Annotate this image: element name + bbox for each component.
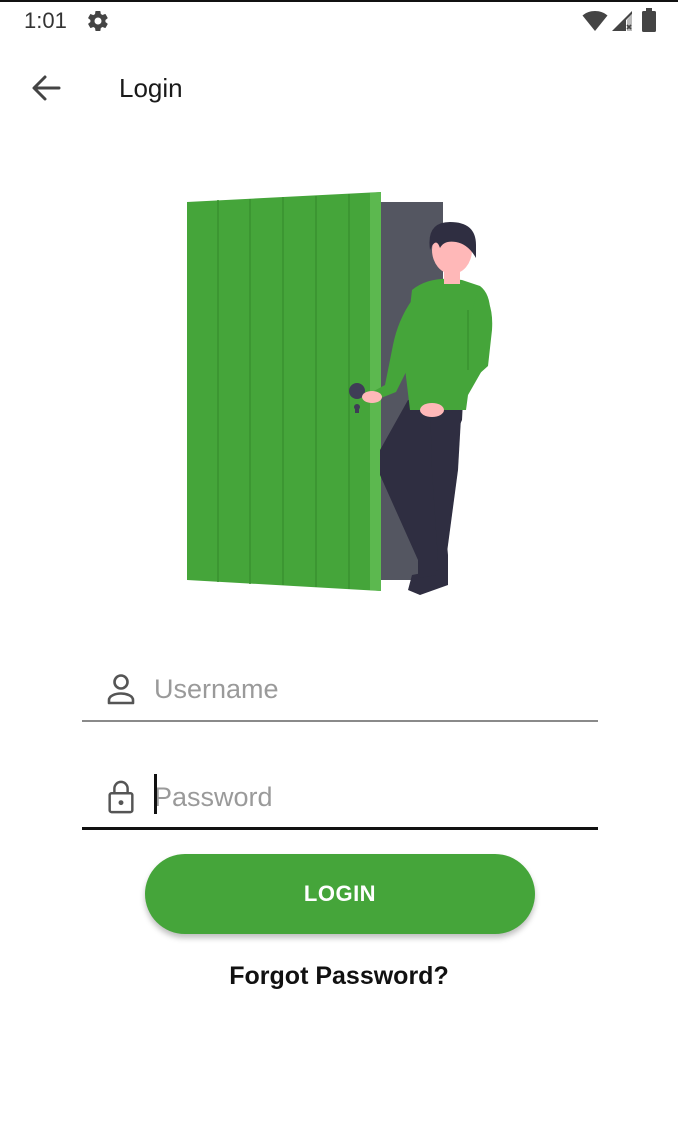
login-screen: 1:01 Login Username LOGIN Forgot Passwor… [0, 0, 678, 1128]
username-field[interactable] [82, 652, 598, 722]
back-button[interactable] [26, 70, 66, 106]
text-cursor [154, 774, 157, 814]
cellular-signal-icon [612, 11, 632, 31]
lock-icon [108, 780, 134, 814]
password-underline-focused [82, 827, 598, 830]
status-time: 1:01 [24, 8, 67, 33]
wifi-icon [582, 11, 608, 31]
status-bar: 1:01 [0, 0, 678, 44]
username-underline [82, 720, 598, 722]
person-opening-door-illustration [187, 192, 493, 595]
gear-icon [88, 10, 108, 32]
battery-icon [642, 8, 656, 32]
arrow-left-icon [32, 75, 61, 101]
login-button[interactable]: LOGIN [145, 854, 535, 934]
password-input[interactable] [154, 772, 584, 822]
forgot-password-link[interactable]: Forgot Password? [0, 962, 678, 991]
person-icon [107, 674, 135, 705]
page-title: Login [119, 73, 183, 103]
password-field[interactable] [82, 760, 598, 830]
app-bar: Login [0, 56, 678, 120]
username-input[interactable] [154, 664, 584, 714]
